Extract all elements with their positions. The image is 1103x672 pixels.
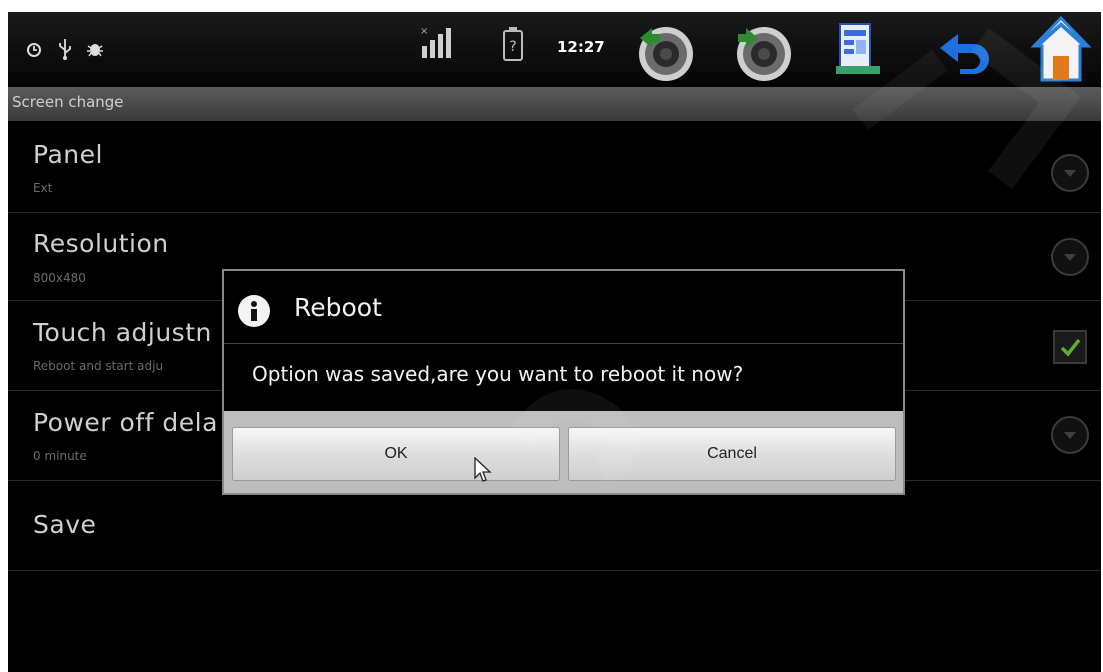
setting-row-panel[interactable]: Panel Ext xyxy=(8,122,1101,213)
signal-icon: × xyxy=(420,26,451,58)
volume-up-icon[interactable] xyxy=(732,20,796,84)
setting-title: Resolution xyxy=(33,229,169,258)
home-icon[interactable] xyxy=(1030,14,1092,84)
setting-title: Panel xyxy=(33,140,103,169)
dropdown-arrow-icon[interactable] xyxy=(1051,416,1089,454)
setting-title: Touch adjustn xyxy=(33,318,212,347)
usb-icon xyxy=(59,39,71,60)
dialog-title: Reboot xyxy=(294,293,382,322)
info-icon xyxy=(238,295,270,327)
debug-icon xyxy=(87,44,103,57)
mouse-cursor-icon xyxy=(474,457,492,482)
battery-icon: ? xyxy=(503,27,523,61)
dialog-message: Option was saved,are you want to reboot … xyxy=(252,362,744,386)
volume-down-icon[interactable] xyxy=(634,20,698,84)
dialog-header: Reboot xyxy=(224,271,903,344)
dropdown-arrow-icon[interactable] xyxy=(1051,154,1089,192)
screen-title-bar: Screen change xyxy=(8,87,1101,121)
screen-title: Screen change xyxy=(12,93,124,111)
dropdown-arrow-icon[interactable] xyxy=(1051,238,1089,276)
menu-icon[interactable] xyxy=(834,22,882,78)
alarm-icon xyxy=(27,43,41,57)
cancel-button[interactable]: Cancel xyxy=(568,427,896,481)
setting-subtitle: Reboot and start adju xyxy=(33,359,164,373)
checkbox-checked-icon[interactable] xyxy=(1053,330,1087,364)
svg-text:?: ? xyxy=(509,39,516,55)
setting-subtitle: Ext xyxy=(33,181,53,195)
setting-title: Power off dela xyxy=(33,408,218,437)
setting-subtitle: 800x480 xyxy=(33,271,86,285)
ok-button[interactable]: OK xyxy=(232,427,560,481)
clock: 12:27 xyxy=(557,38,605,56)
reboot-dialog: Reboot Option was saved,are you want to … xyxy=(222,269,905,495)
android-screen: × ? 12:27 Screen change Panel Ext Resolu… xyxy=(8,12,1101,672)
setting-title: Save xyxy=(33,510,97,539)
dialog-button-bar: OK Cancel xyxy=(224,411,903,493)
status-bar: × ? 12:27 xyxy=(8,12,1101,87)
setting-subtitle: 0 minute xyxy=(33,449,87,463)
back-icon[interactable] xyxy=(938,28,992,74)
svg-text:×: × xyxy=(420,26,428,37)
